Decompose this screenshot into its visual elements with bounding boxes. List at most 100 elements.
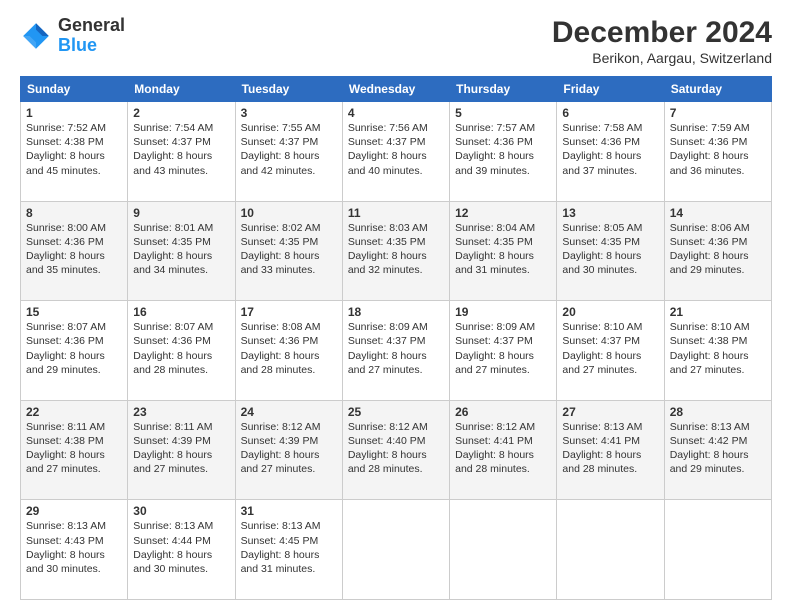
day-number: 6 [562,106,658,120]
table-row: 27Sunrise: 8:13 AMSunset: 4:41 PMDayligh… [557,400,664,500]
day-number: 20 [562,305,658,319]
calendar-table: SundayMondayTuesdayWednesdayThursdayFrid… [20,76,772,600]
sunrise-label: Sunrise: 8:09 AM [348,321,428,333]
sunrise-label: Sunrise: 8:11 AM [133,421,212,433]
daylight-label: Daylight: 8 hours and 30 minutes. [26,549,105,575]
day-number: 15 [26,305,122,319]
daylight-label: Daylight: 8 hours and 37 minutes. [562,150,641,176]
sunset-label: Sunset: 4:39 PM [133,435,211,447]
day-info: Sunrise: 8:02 AMSunset: 4:35 PMDaylight:… [241,221,337,278]
sunrise-label: Sunrise: 8:04 AM [455,222,535,234]
table-row [557,500,664,600]
sunrise-label: Sunrise: 7:52 AM [26,122,106,134]
sunset-label: Sunset: 4:37 PM [455,335,533,347]
sunrise-label: Sunrise: 8:06 AM [670,222,750,234]
page: General Blue December 2024 Berikon, Aarg… [0,0,792,612]
daylight-label: Daylight: 8 hours and 31 minutes. [455,250,534,276]
logo-blue: Blue [58,36,125,56]
col-header-thursday: Thursday [450,77,557,102]
table-row: 22Sunrise: 8:11 AMSunset: 4:38 PMDayligh… [21,400,128,500]
sunset-label: Sunset: 4:38 PM [26,136,104,148]
day-number: 16 [133,305,229,319]
table-row: 17Sunrise: 8:08 AMSunset: 4:36 PMDayligh… [235,301,342,401]
table-row: 9Sunrise: 8:01 AMSunset: 4:35 PMDaylight… [128,201,235,301]
day-info: Sunrise: 8:10 AMSunset: 4:37 PMDaylight:… [562,320,658,377]
day-number: 11 [348,206,444,220]
day-info: Sunrise: 7:54 AMSunset: 4:37 PMDaylight:… [133,121,229,178]
daylight-label: Daylight: 8 hours and 27 minutes. [348,350,427,376]
day-info: Sunrise: 8:13 AMSunset: 4:45 PMDaylight:… [241,519,337,576]
logo: General Blue [20,16,125,56]
daylight-label: Daylight: 8 hours and 32 minutes. [348,250,427,276]
sunrise-label: Sunrise: 8:07 AM [133,321,213,333]
table-row: 25Sunrise: 8:12 AMSunset: 4:40 PMDayligh… [342,400,449,500]
sunrise-label: Sunrise: 8:12 AM [348,421,428,433]
daylight-label: Daylight: 8 hours and 30 minutes. [133,549,212,575]
day-number: 23 [133,405,229,419]
table-row: 8 Sunrise: 8:00 AM Sunset: 4:36 PM Daylight… [21,201,128,301]
col-header-sunday: Sunday [21,77,128,102]
sunrise-label: Sunrise: 8:00 AM [26,222,106,234]
table-row: 7Sunrise: 7:59 AMSunset: 4:36 PMDaylight… [664,102,771,202]
day-number: 7 [670,106,766,120]
table-row: 18Sunrise: 8:09 AMSunset: 4:37 PMDayligh… [342,301,449,401]
sunrise-label: Sunrise: 7:59 AM [670,122,750,134]
col-header-wednesday: Wednesday [342,77,449,102]
day-number: 24 [241,405,337,419]
daylight-label: Daylight: 8 hours and 30 minutes. [562,250,641,276]
table-row: 2Sunrise: 7:54 AMSunset: 4:37 PMDaylight… [128,102,235,202]
day-number: 3 [241,106,337,120]
day-info: Sunrise: 8:13 AMSunset: 4:41 PMDaylight:… [562,420,658,477]
daylight-label: Daylight: 8 hours and 42 minutes. [241,150,320,176]
sunset-label: Sunset: 4:42 PM [670,435,748,447]
daylight-label: Daylight: 8 hours and 27 minutes. [455,350,534,376]
day-number: 8 [26,206,122,220]
daylight-label: Daylight: 8 hours and 35 minutes. [26,250,105,276]
sunrise-label: Sunrise: 8:10 AM [670,321,750,333]
day-number: 13 [562,206,658,220]
sunrise-label: Sunrise: 8:09 AM [455,321,535,333]
day-info: Sunrise: 8:09 AM Sunset: 4:37 PM Daylight:… [455,320,551,377]
table-row: 12Sunrise: 8:04 AMSunset: 4:35 PMDayligh… [450,201,557,301]
sunset-label: Sunset: 4:35 PM [133,236,211,248]
table-row: 21Sunrise: 8:10 AMSunset: 4:38 PMDayligh… [664,301,771,401]
sunrise-label: Sunrise: 7:54 AM [133,122,213,134]
col-header-friday: Friday [557,77,664,102]
day-info: Sunrise: 8:13 AMSunset: 4:42 PMDaylight:… [670,420,766,477]
table-row: 11 Sunrise: 8:03 AM Sunset: 4:35 PM Dayligh… [342,201,449,301]
day-info: Sunrise: 7:57 AMSunset: 4:36 PMDaylight:… [455,121,551,178]
sunrise-label: Sunrise: 8:13 AM [562,421,642,433]
sunrise-label: Sunrise: 8:13 AM [133,520,213,532]
sunset-label: Sunset: 4:36 PM [455,136,533,148]
daylight-label: Daylight: 8 hours and 29 minutes. [670,449,749,475]
sunset-label: Sunset: 4:35 PM [348,236,426,248]
table-row: 5Sunrise: 7:57 AMSunset: 4:36 PMDaylight… [450,102,557,202]
sunrise-label: Sunrise: 8:02 AM [241,222,321,234]
sunrise-label: Sunrise: 8:03 AM [348,222,428,234]
day-number: 18 [348,305,444,319]
sunrise-label: Sunrise: 7:58 AM [562,122,642,134]
sunset-label: Sunset: 4:36 PM [241,335,319,347]
day-info: Sunrise: 7:52 AMSunset: 4:38 PMDaylight:… [26,121,122,178]
sunset-label: Sunset: 4:37 PM [133,136,211,148]
day-number: 9 [133,206,229,220]
col-header-tuesday: Tuesday [235,77,342,102]
day-info: Sunrise: 8:07 AMSunset: 4:36 PMDaylight:… [133,320,229,377]
day-info: Sunrise: 8:12 AMSunset: 4:40 PMDaylight:… [348,420,444,477]
day-info: Sunrise: 8:10 AMSunset: 4:38 PMDaylight:… [670,320,766,377]
daylight-label: Daylight: 8 hours and 34 minutes. [133,250,212,276]
day-number: 31 [241,504,337,518]
table-row: 24Sunrise: 8:12 AMSunset: 4:39 PMDayligh… [235,400,342,500]
table-row: 15Sunrise: 8:07 AMSunset: 4:36 PMDayligh… [21,301,128,401]
daylight-label: Daylight: 8 hours and 31 minutes. [241,549,320,575]
sunset-label: Sunset: 4:36 PM [26,236,104,248]
sunset-label: Sunset: 4:35 PM [455,236,533,248]
sunset-label: Sunset: 4:41 PM [562,435,640,447]
day-info: Sunrise: 8:00 AM Sunset: 4:36 PM Daylight:… [26,221,122,278]
sunrise-label: Sunrise: 7:57 AM [455,122,535,134]
sunset-label: Sunset: 4:38 PM [670,335,748,347]
sunrise-label: Sunrise: 8:13 AM [26,520,106,532]
day-info: Sunrise: 8:09 AMSunset: 4:37 PMDaylight:… [348,320,444,377]
sunrise-label: Sunrise: 8:12 AM [455,421,535,433]
sunrise-label: Sunrise: 8:12 AM [241,421,321,433]
